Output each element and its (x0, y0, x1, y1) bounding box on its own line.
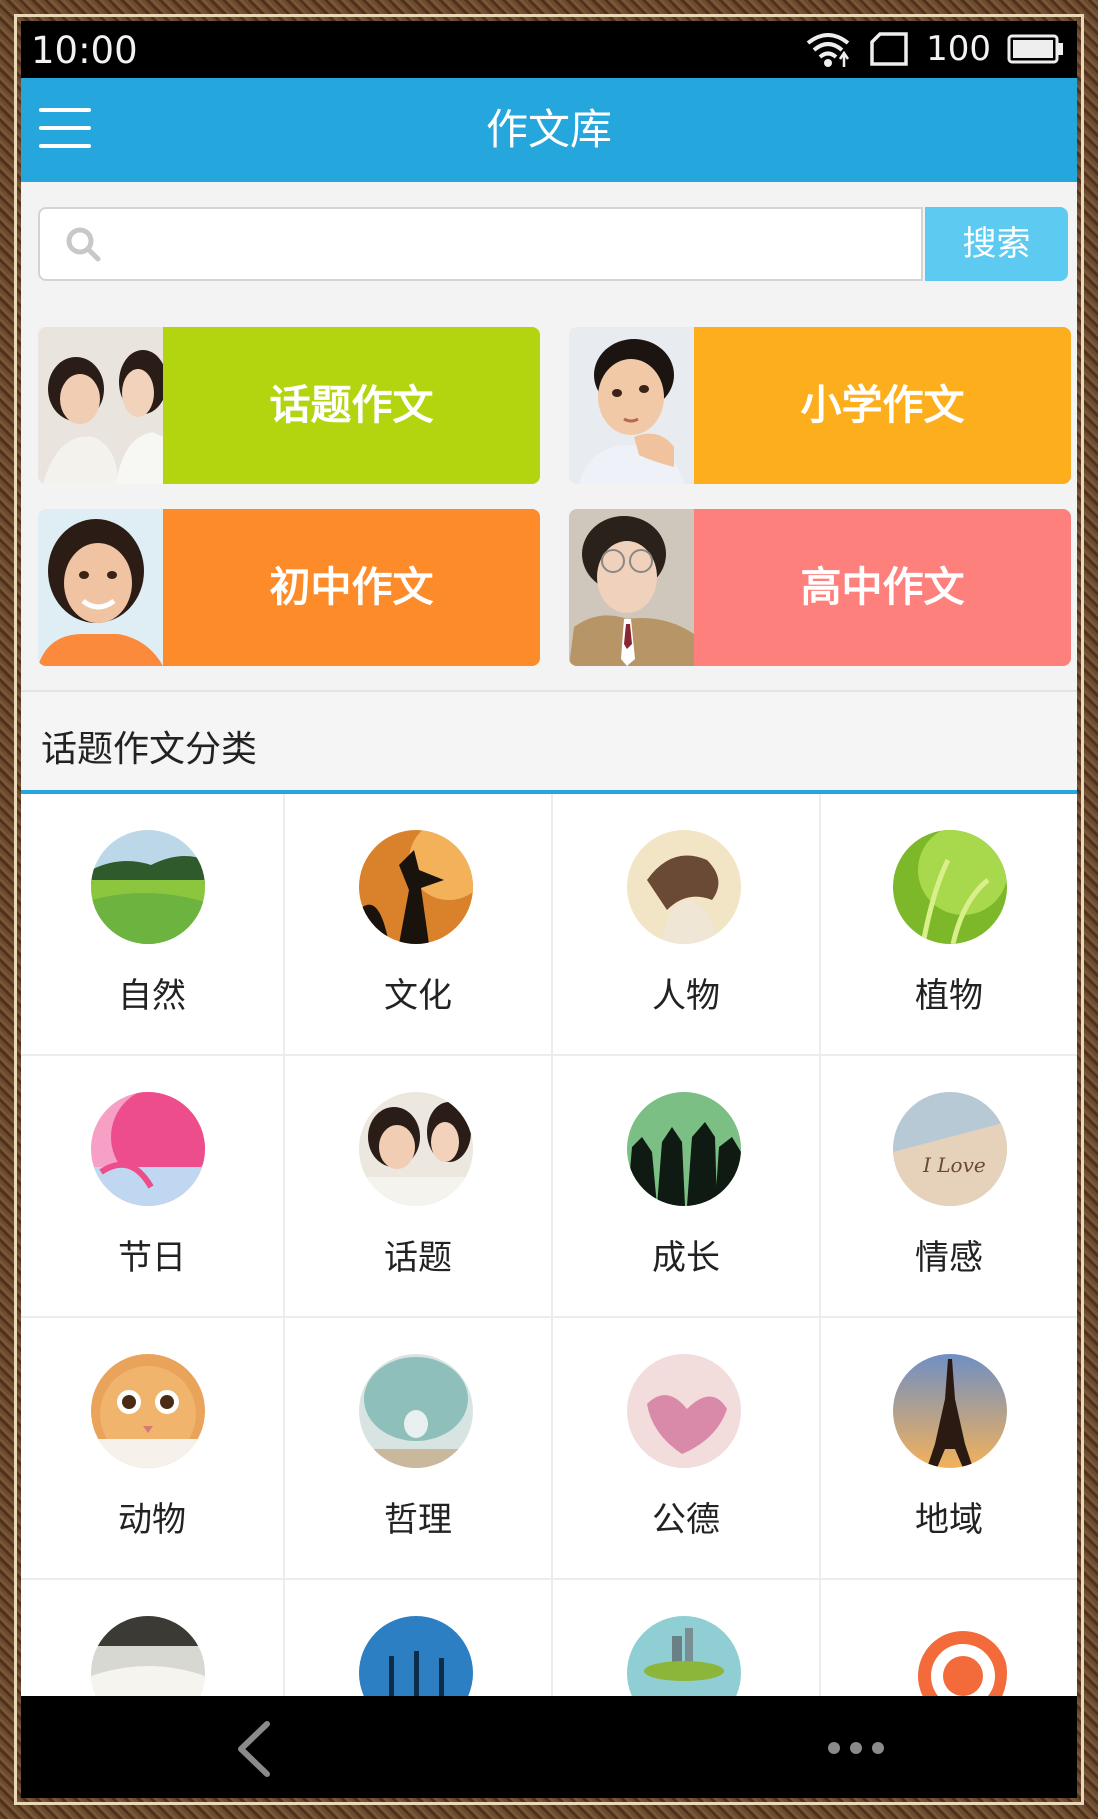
category-cards: 话题作文 小学作文 初中作文 高中作文 (21, 310, 1077, 690)
two-women-photo (38, 327, 163, 484)
topic-animals[interactable]: 动物 (21, 1318, 285, 1580)
app-title: 作文库 (485, 105, 612, 154)
dancer-silhouette-image (359, 830, 473, 944)
topic-label: 节日 (118, 1238, 186, 1278)
topic-emotion[interactable]: I Love 情感 (821, 1056, 1077, 1318)
green-grass-image (893, 830, 1007, 944)
topic-morality[interactable]: 公德 (553, 1318, 821, 1580)
sim-card-icon (870, 32, 908, 66)
card-senior-high-essay[interactable]: 高中作文 (569, 509, 1071, 666)
topic-label: 人物 (652, 976, 720, 1016)
topic-festival[interactable]: 节日 (21, 1056, 285, 1318)
battery-level: 100 (926, 29, 991, 69)
topic-label: 哲理 (384, 1500, 452, 1540)
topic-nature[interactable]: 自然 (21, 794, 285, 1056)
status-time: 10:00 (31, 29, 138, 72)
svg-text:I Love: I Love (922, 1153, 986, 1177)
topic-label: 公德 (652, 1500, 720, 1540)
section-header: 话题作文分类 (21, 690, 1077, 794)
silhouettes-image (627, 1092, 741, 1206)
topic-label: 情感 (915, 1238, 983, 1278)
search-button[interactable]: 搜索 (925, 207, 1068, 281)
search-icon (66, 227, 101, 262)
status-bar: 10:00 100 (21, 21, 1077, 78)
app-bar: 作文库 (21, 78, 1077, 182)
grassland-image (91, 830, 205, 944)
search-box (38, 207, 923, 281)
pink-heart-image (627, 1354, 741, 1468)
two-women-image (359, 1092, 473, 1206)
card-primary-essay[interactable]: 小学作文 (569, 327, 1071, 484)
search-bar: 搜索 (21, 182, 1077, 310)
menu-icon[interactable] (39, 108, 91, 150)
back-icon[interactable] (231, 1720, 279, 1778)
topic-people[interactable]: 人物 (553, 794, 821, 1056)
battery-icon (1007, 34, 1063, 64)
cat-face-image (91, 1354, 205, 1468)
topic-label: 地域 (915, 1500, 983, 1540)
more-icon[interactable] (826, 1740, 886, 1756)
topic-region[interactable]: 地域 (821, 1318, 1077, 1580)
smiling-girl-photo (38, 509, 163, 666)
topic-growth[interactable]: 成长 (553, 1056, 821, 1318)
card-topic-essay[interactable]: 话题作文 (38, 327, 540, 484)
topic-label: 动物 (118, 1500, 186, 1540)
topic-plants[interactable]: 植物 (821, 794, 1077, 1056)
status-icons: 100 (804, 27, 1065, 71)
topic-topic[interactable]: 话题 (285, 1056, 553, 1318)
topic-label: 文化 (384, 976, 452, 1016)
card-junior-high-essay[interactable]: 初中作文 (38, 509, 540, 666)
section-title: 话题作文分类 (41, 729, 258, 770)
card-label: 小学作文 (694, 327, 1071, 484)
student-glasses-photo (569, 509, 694, 666)
topic-label: 成长 (652, 1238, 720, 1278)
card-label: 高中作文 (694, 509, 1071, 666)
phone-screen: 10:00 100 作文库 搜索 话题作文 小学作文 初中作文 高中作文 话题作… (21, 21, 1077, 1798)
bottom-navigation (21, 1696, 1077, 1798)
love-wood-image: I Love (893, 1092, 1007, 1206)
eiffel-tower-image (893, 1354, 1007, 1468)
topic-philosophy[interactable]: 哲理 (285, 1318, 553, 1580)
girl-hair-image (627, 830, 741, 944)
topic-label: 自然 (118, 976, 186, 1016)
thinking-boy-photo (569, 327, 694, 484)
topic-label: 话题 (384, 1238, 452, 1278)
topic-grid: 自然 文化 人物 植物 节日 话题 成长 I Love 情感 动物 哲理 公德 … (21, 794, 1077, 1798)
pink-petal-image (91, 1092, 205, 1206)
topic-culture[interactable]: 文化 (285, 794, 553, 1056)
topic-label: 植物 (915, 976, 983, 1016)
card-label: 初中作文 (163, 509, 540, 666)
wifi-icon (806, 33, 850, 67)
balloon-image (359, 1354, 473, 1468)
card-label: 话题作文 (163, 327, 540, 484)
search-input[interactable] (120, 219, 900, 269)
